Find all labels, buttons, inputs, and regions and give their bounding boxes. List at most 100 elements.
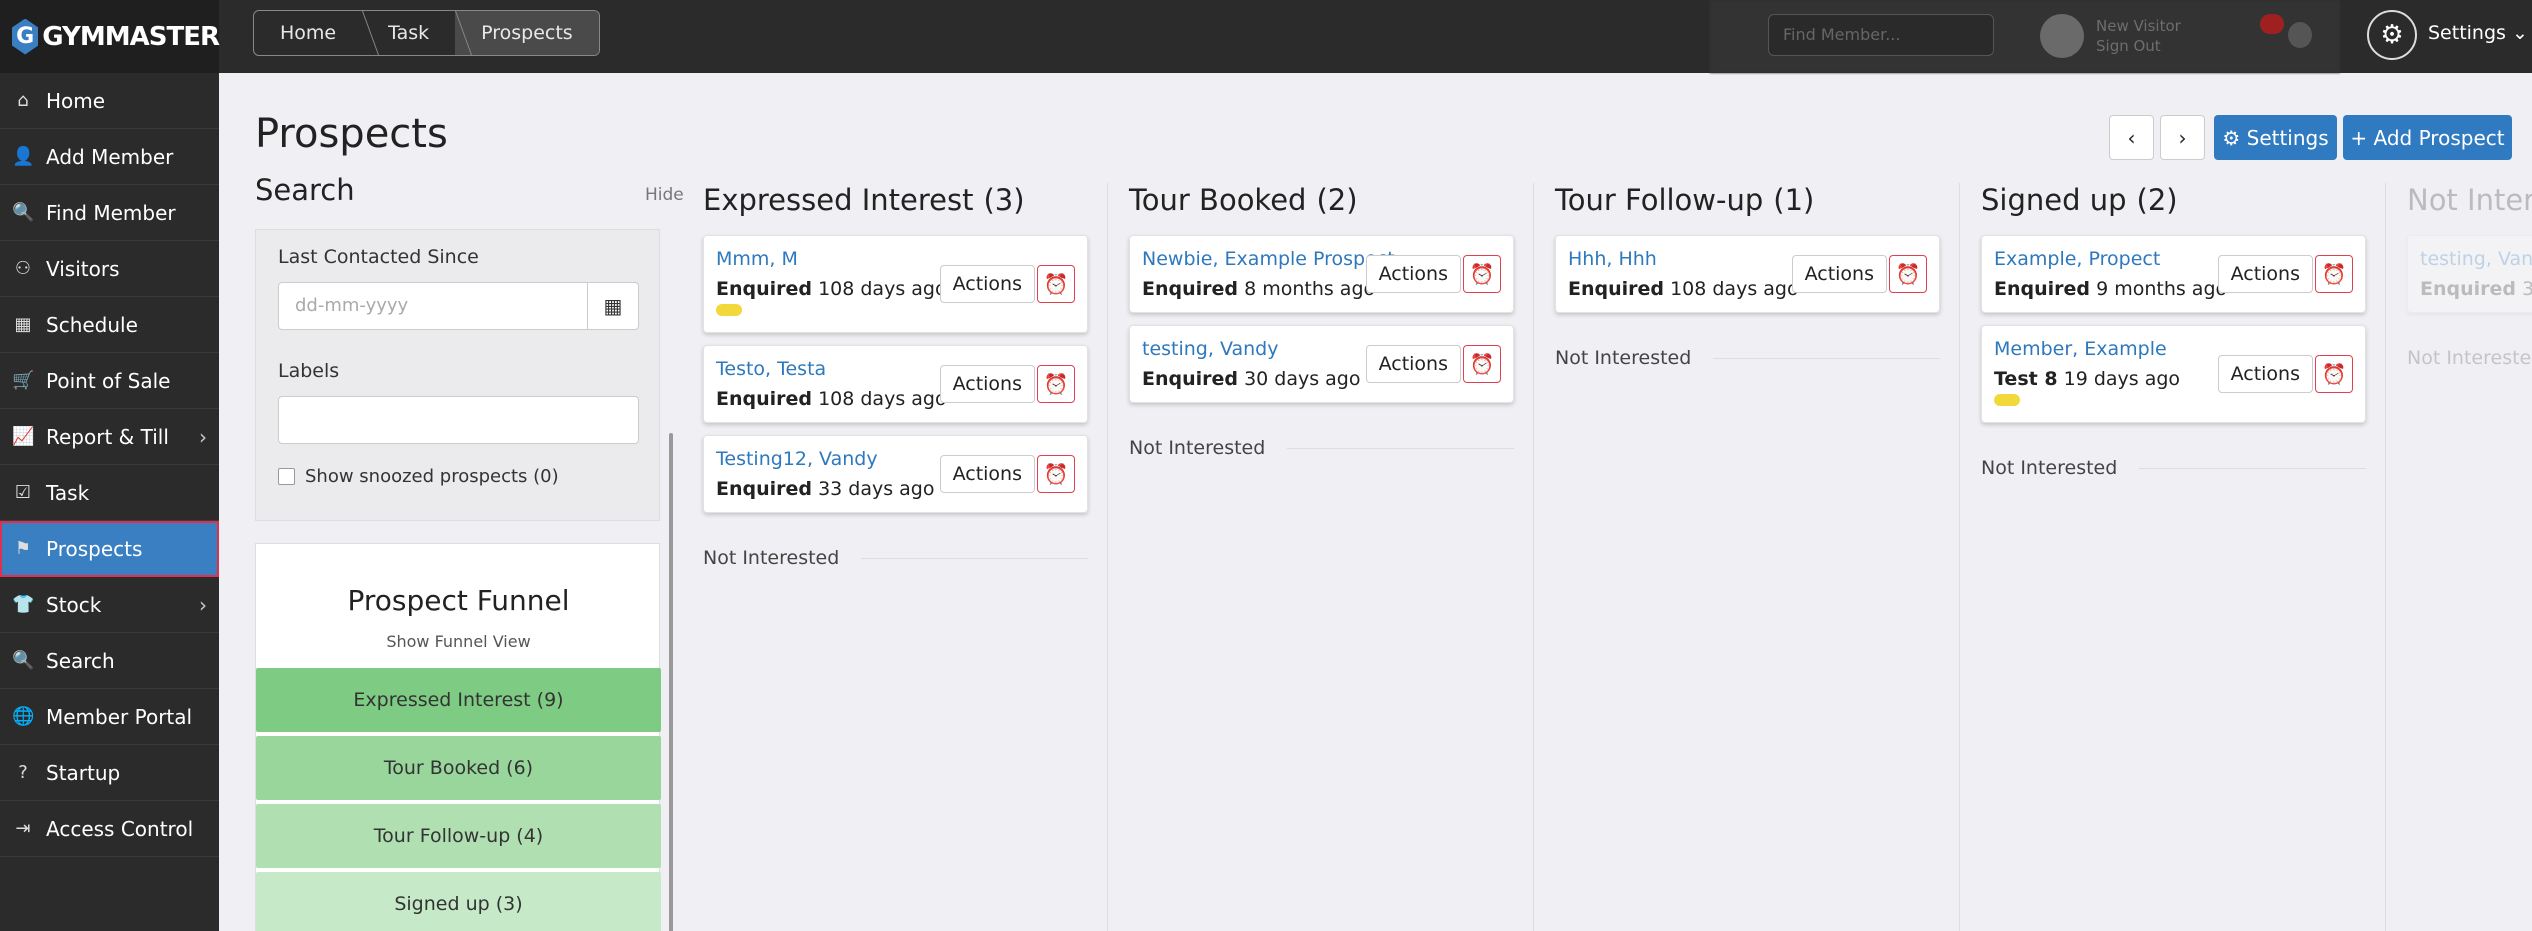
chevron-down-icon: ⌄ [2511, 22, 2528, 44]
sidebar-item-visitors[interactable]: ⚇ Visitors [0, 241, 219, 297]
sidebar-icon: ? [18, 762, 28, 783]
sidebar-icon: 🛒 [12, 370, 35, 391]
sidebar-icon: 🔍 [12, 202, 35, 223]
sidebar-item-find-member[interactable]: 🔍 Find Member [0, 185, 219, 241]
sidebar-item-label: Stock [46, 592, 102, 617]
sidebar-item-search[interactable]: 🔍 Search [0, 633, 219, 689]
last-contacted-label: Last Contacted Since [278, 246, 479, 268]
status-label: Enquired [716, 388, 813, 410]
kanban-column: Tour Booked (2) Newbie, Example Prospect En… [1129, 183, 1514, 459]
sidebar-item-label: Member Portal [46, 704, 193, 729]
hide-link[interactable]: Hide [645, 185, 684, 205]
status-time: 19 days ago [2063, 368, 2181, 390]
alarm-clock-icon[interactable]: ⏰ [1463, 255, 1501, 293]
funnel-step[interactable]: Tour Booked (6) [256, 736, 661, 800]
column-divider [1959, 183, 1960, 931]
add-prospect-label: Add Prospect [2373, 125, 2505, 150]
sidebar-icon: 📈 [12, 426, 35, 447]
prev-button[interactable]: ‹ [2109, 115, 2154, 160]
show-snoozed-toggle[interactable]: Show snoozed prospects (0) [278, 466, 559, 487]
funnel-step[interactable]: Expressed Interest (9) [256, 668, 661, 732]
prospect-card: Testing12, Vandy Enquired 33 days ago Acti… [703, 435, 1088, 513]
funnel-step[interactable]: Tour Follow-up (4) [256, 804, 661, 868]
not-interested-section: Not Interested [1981, 457, 2366, 479]
funnel-title: Prospect Funnel [347, 584, 570, 617]
sidebar-item-label: Search [46, 648, 115, 673]
actions-button[interactable]: Actions [939, 455, 1035, 493]
sidebar-item-startup[interactable]: ? Startup [0, 745, 219, 801]
actions-button[interactable]: Actions [2217, 355, 2313, 393]
not-interested-label: Not Interested [2407, 347, 2532, 369]
prospect-card: Member, Example Test 8 19 days ago Actions… [1981, 325, 2366, 423]
kanban-column: Tour Follow-up (1) Hhh, Hhh Enquired 108 da… [1555, 183, 1940, 369]
calendar-icon[interactable]: ▦ [587, 282, 639, 330]
user-menu[interactable]: New Visitor Sign Out [2096, 16, 2181, 56]
breadcrumb-prospects[interactable]: Prospects [455, 11, 599, 55]
sidebar-item-task[interactable]: ☑ Task [0, 465, 219, 521]
prospect-name-link[interactable]: testing, Vand [2420, 248, 2532, 270]
alarm-clock-icon[interactable]: ⏰ [1463, 345, 1501, 383]
sidebar-item-report-till[interactable]: 📈 Report & Till › [0, 409, 219, 465]
bell-icon[interactable] [2288, 22, 2312, 48]
actions-button[interactable]: Actions [1365, 345, 1461, 383]
actions-button[interactable]: Actions [939, 265, 1035, 303]
gear-icon[interactable]: ⚙ [2367, 10, 2417, 60]
settings-label: Settings [2428, 22, 2506, 44]
alarm-clock-icon[interactable]: ⏰ [1889, 255, 1927, 293]
page-title: Prospects [255, 111, 448, 157]
alarm-clock-icon[interactable]: ⏰ [1037, 455, 1075, 493]
sidebar-item-member-portal[interactable]: 🌐 Member Portal [0, 689, 219, 745]
scrollbar[interactable] [669, 433, 673, 931]
actions-button[interactable]: Actions [1365, 255, 1461, 293]
sidebar-icon: 👤 [12, 146, 35, 167]
not-interested-label: Not Interested [1555, 347, 1692, 369]
labels-input[interactable] [278, 396, 639, 444]
breadcrumb-home[interactable]: Home [254, 11, 362, 55]
column-divider [1107, 183, 1108, 931]
alarm-clock-icon[interactable]: ⏰ [2315, 255, 2353, 293]
gear-icon: ⚙ [2222, 125, 2247, 150]
actions-button[interactable]: Actions [939, 365, 1035, 403]
show-snoozed-checkbox[interactable] [278, 468, 295, 485]
alarm-clock-icon[interactable]: ⏰ [2315, 355, 2353, 393]
actions-button[interactable]: Actions [2217, 255, 2313, 293]
add-prospect-button[interactable]: + Add Prospect [2343, 115, 2512, 160]
show-funnel-view-link[interactable]: Show Funnel View [256, 632, 661, 651]
sidebar-item-label: Prospects [46, 536, 143, 561]
last-contacted-input[interactable]: dd-mm-yyyy [278, 282, 588, 330]
actions-button[interactable]: Actions [1791, 255, 1887, 293]
column-title: Not Intere [2407, 183, 2532, 223]
sidebar-item-schedule[interactable]: ▦ Schedule [0, 297, 219, 353]
column-title-text: Expressed Interest [703, 183, 974, 217]
status-label: Enquired [1142, 278, 1239, 300]
status-label: Enquired [716, 278, 813, 300]
not-interested-section: Not Interested [1555, 347, 1940, 369]
chevron-right-icon: › [2178, 125, 2187, 150]
find-member-input[interactable]: Find Member... [1768, 14, 1994, 56]
show-snoozed-label: Show snoozed prospects (0) [305, 466, 559, 487]
alarm-clock-icon[interactable]: ⏰ [1037, 265, 1075, 303]
sidebar-item-home[interactable]: ⌂ Home [0, 73, 219, 129]
prospect-status: Enquired 33 [2420, 278, 2532, 300]
settings-menu[interactable]: Settings ⌄ [2428, 22, 2528, 44]
column-title-text: Tour Booked [1129, 183, 1307, 217]
sidebar-item-add-member[interactable]: 👤 Add Member [0, 129, 219, 185]
kanban-column: Signed up (2) Example, Propect Enquired 9 m… [1981, 183, 2366, 479]
gymmaster-logo[interactable]: G GYMMASTER [0, 0, 220, 73]
status-time: 9 months ago [2096, 278, 2228, 300]
kanban-column: Expressed Interest (3) Mmm, M Enquired 108 … [703, 183, 1088, 569]
main-content: Prospects ‹ › ⚙ Settings + Add Prospect … [219, 73, 2532, 931]
settings-button[interactable]: ⚙ Settings [2214, 115, 2337, 160]
avatar[interactable] [2040, 14, 2084, 58]
sidebar-item-stock[interactable]: 👕 Stock › [0, 577, 219, 633]
alarm-clock-icon[interactable]: ⏰ [1037, 365, 1075, 403]
logo-text: GYMMASTER [42, 21, 220, 52]
column-title: Tour Booked (2) [1129, 183, 1514, 223]
sidebar-item-point-of-sale[interactable]: 🛒 Point of Sale [0, 353, 219, 409]
funnel-step[interactable]: Signed up (3) [256, 872, 661, 931]
sidebar-item-access-control[interactable]: ⇥ Access Control [0, 801, 219, 857]
not-interested-section: Not Interested [703, 547, 1088, 569]
sidebar-item-prospects[interactable]: ⚑ Prospects [0, 521, 219, 577]
next-button[interactable]: › [2160, 115, 2205, 160]
chevron-right-icon: › [199, 592, 207, 617]
